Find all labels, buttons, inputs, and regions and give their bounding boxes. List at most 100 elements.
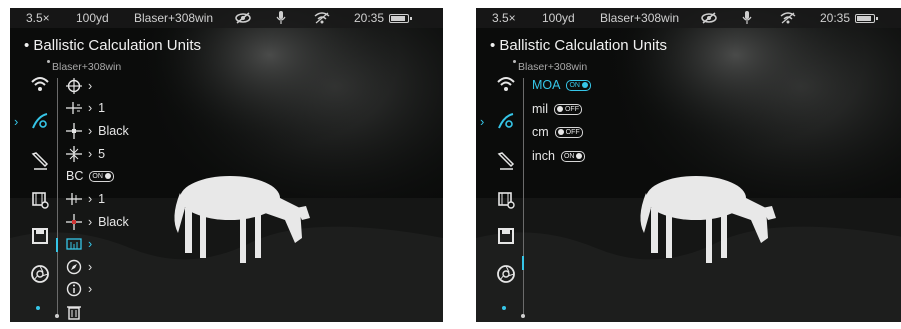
menu-item-units[interactable]: › xyxy=(66,236,92,252)
menu-divider xyxy=(523,78,524,316)
unit-toggle[interactable]: ON xyxy=(566,79,591,91)
thermal-image xyxy=(476,8,901,322)
menu-item-compass[interactable]: › xyxy=(66,259,92,275)
wifi-icon[interactable] xyxy=(30,74,50,94)
unit-option-cm[interactable]: cm OFF xyxy=(532,125,583,139)
range-distance: 100yd xyxy=(76,11,109,25)
battery-icon xyxy=(389,14,412,23)
chevron-right-icon: › xyxy=(88,215,93,229)
sight-height-icon xyxy=(66,146,82,162)
menu-item-delete[interactable] xyxy=(66,304,82,320)
battery-icon xyxy=(855,14,878,23)
menu-item-bc[interactable]: BC ON xyxy=(66,169,114,183)
toggle-text: ON xyxy=(92,172,103,180)
menu-item-zero-distance[interactable]: › 1 xyxy=(66,191,105,207)
reticle-color-icon xyxy=(66,214,82,230)
scroll-indicator xyxy=(56,238,58,252)
toggle-text: ON xyxy=(563,152,575,160)
zero-distance-icon xyxy=(66,191,82,207)
ballistic-profile: Blaser+308win xyxy=(134,11,214,25)
menu-item-value: 5 xyxy=(98,147,106,161)
menu-divider xyxy=(57,78,58,316)
toggle-knob xyxy=(581,82,588,88)
menu-divider-end xyxy=(521,314,525,318)
clock-time: 20:35 xyxy=(354,11,385,25)
menu-title: • Ballistic Calculation Units xyxy=(24,37,201,54)
wifi-off-icon xyxy=(314,12,330,24)
page-dot xyxy=(502,306,506,310)
save-icon[interactable] xyxy=(30,226,50,246)
chevron-right-icon: › xyxy=(88,237,93,251)
unit-toggle[interactable]: OFF xyxy=(553,103,582,115)
unit-option-mil[interactable]: mil OFF xyxy=(532,102,582,116)
menu-item-value: 1 xyxy=(98,192,106,206)
device-screen-left: 3.5× 100yd Blaser+308win 20:35 • Ballist… xyxy=(10,8,443,322)
trash-icon xyxy=(66,304,82,320)
toggle-knob xyxy=(556,106,563,112)
menu-item-range[interactable]: › 1 xyxy=(66,100,105,116)
toggle-knob xyxy=(557,129,564,135)
unit-option-moa[interactable]: MOA ON xyxy=(532,78,591,92)
menu-item-value: Black xyxy=(98,124,129,138)
unit-label: MOA xyxy=(532,78,561,92)
microphone-icon xyxy=(742,11,752,25)
chevron-right-icon: › xyxy=(88,124,93,138)
chevron-right-icon: › xyxy=(88,79,93,93)
menu-item-crosshair[interactable]: › xyxy=(66,78,92,94)
device-screen-right: 3.5× 100yd Blaser+308win 20:35 • Ballist… xyxy=(476,8,901,322)
menu-item-value: 1 xyxy=(98,101,106,115)
menu-item-reticle-color-2[interactable]: › Black xyxy=(66,214,129,230)
toggle-text: OFF xyxy=(565,128,580,136)
menu-divider-end xyxy=(55,314,59,318)
page-dot xyxy=(36,306,40,310)
range-icon xyxy=(66,100,82,116)
wifi-icon[interactable] xyxy=(496,74,516,94)
units-icon xyxy=(66,236,82,252)
menu-subtitle: Blaser+308win xyxy=(512,60,588,73)
rifle-icon[interactable] xyxy=(496,151,516,171)
compass-icon xyxy=(66,259,82,275)
menu-item-value: Black xyxy=(98,215,129,229)
zoom-level: 3.5× xyxy=(26,11,50,25)
reticle-color-icon xyxy=(66,123,82,139)
menu-item-sight-height[interactable]: › 5 xyxy=(66,146,105,162)
clock-time: 20:35 xyxy=(820,11,851,25)
aperture-icon[interactable] xyxy=(30,264,50,284)
selection-arrow-icon: › xyxy=(480,114,485,129)
status-bar: 3.5× 100yd Blaser+308win 20:35 xyxy=(476,8,901,28)
scroll-indicator xyxy=(522,256,524,270)
unit-option-inch[interactable]: inch ON xyxy=(532,149,586,163)
chevron-right-icon: › xyxy=(88,101,93,115)
bc-label: BC xyxy=(66,169,84,183)
chevron-right-icon: › xyxy=(88,282,93,296)
crosshair-icon xyxy=(66,78,82,94)
unit-toggle[interactable]: OFF xyxy=(554,126,583,138)
microphone-icon xyxy=(276,11,286,25)
zoom-level: 3.5× xyxy=(492,11,516,25)
ballistic-profile: Blaser+308win xyxy=(600,11,680,25)
menu-item-info[interactable]: › xyxy=(66,281,92,297)
toggle-knob xyxy=(104,173,111,179)
ballistics-icon[interactable] xyxy=(496,111,516,131)
chevron-right-icon: › xyxy=(88,192,93,206)
toggle-knob xyxy=(576,153,583,159)
save-icon[interactable] xyxy=(496,226,516,246)
unit-label: cm xyxy=(532,125,549,139)
chevron-right-icon: › xyxy=(88,260,93,274)
film-icon[interactable] xyxy=(496,190,516,210)
aperture-icon[interactable] xyxy=(496,264,516,284)
film-icon[interactable] xyxy=(30,190,50,210)
ballistics-icon[interactable] xyxy=(30,111,50,131)
eye-off-icon xyxy=(700,12,718,24)
bc-toggle[interactable]: ON xyxy=(89,170,114,182)
unit-label: inch xyxy=(532,149,555,163)
rifle-icon[interactable] xyxy=(30,151,50,171)
unit-label: mil xyxy=(532,102,548,116)
menu-title-text: Ballistic Calculation Units xyxy=(33,37,201,54)
wifi-off-icon xyxy=(780,12,796,24)
selection-arrow-icon: › xyxy=(14,114,19,129)
unit-toggle[interactable]: ON xyxy=(560,150,586,162)
menu-item-reticle-color[interactable]: › Black xyxy=(66,123,129,139)
info-icon xyxy=(66,281,82,297)
toggle-text: ON xyxy=(569,81,580,89)
